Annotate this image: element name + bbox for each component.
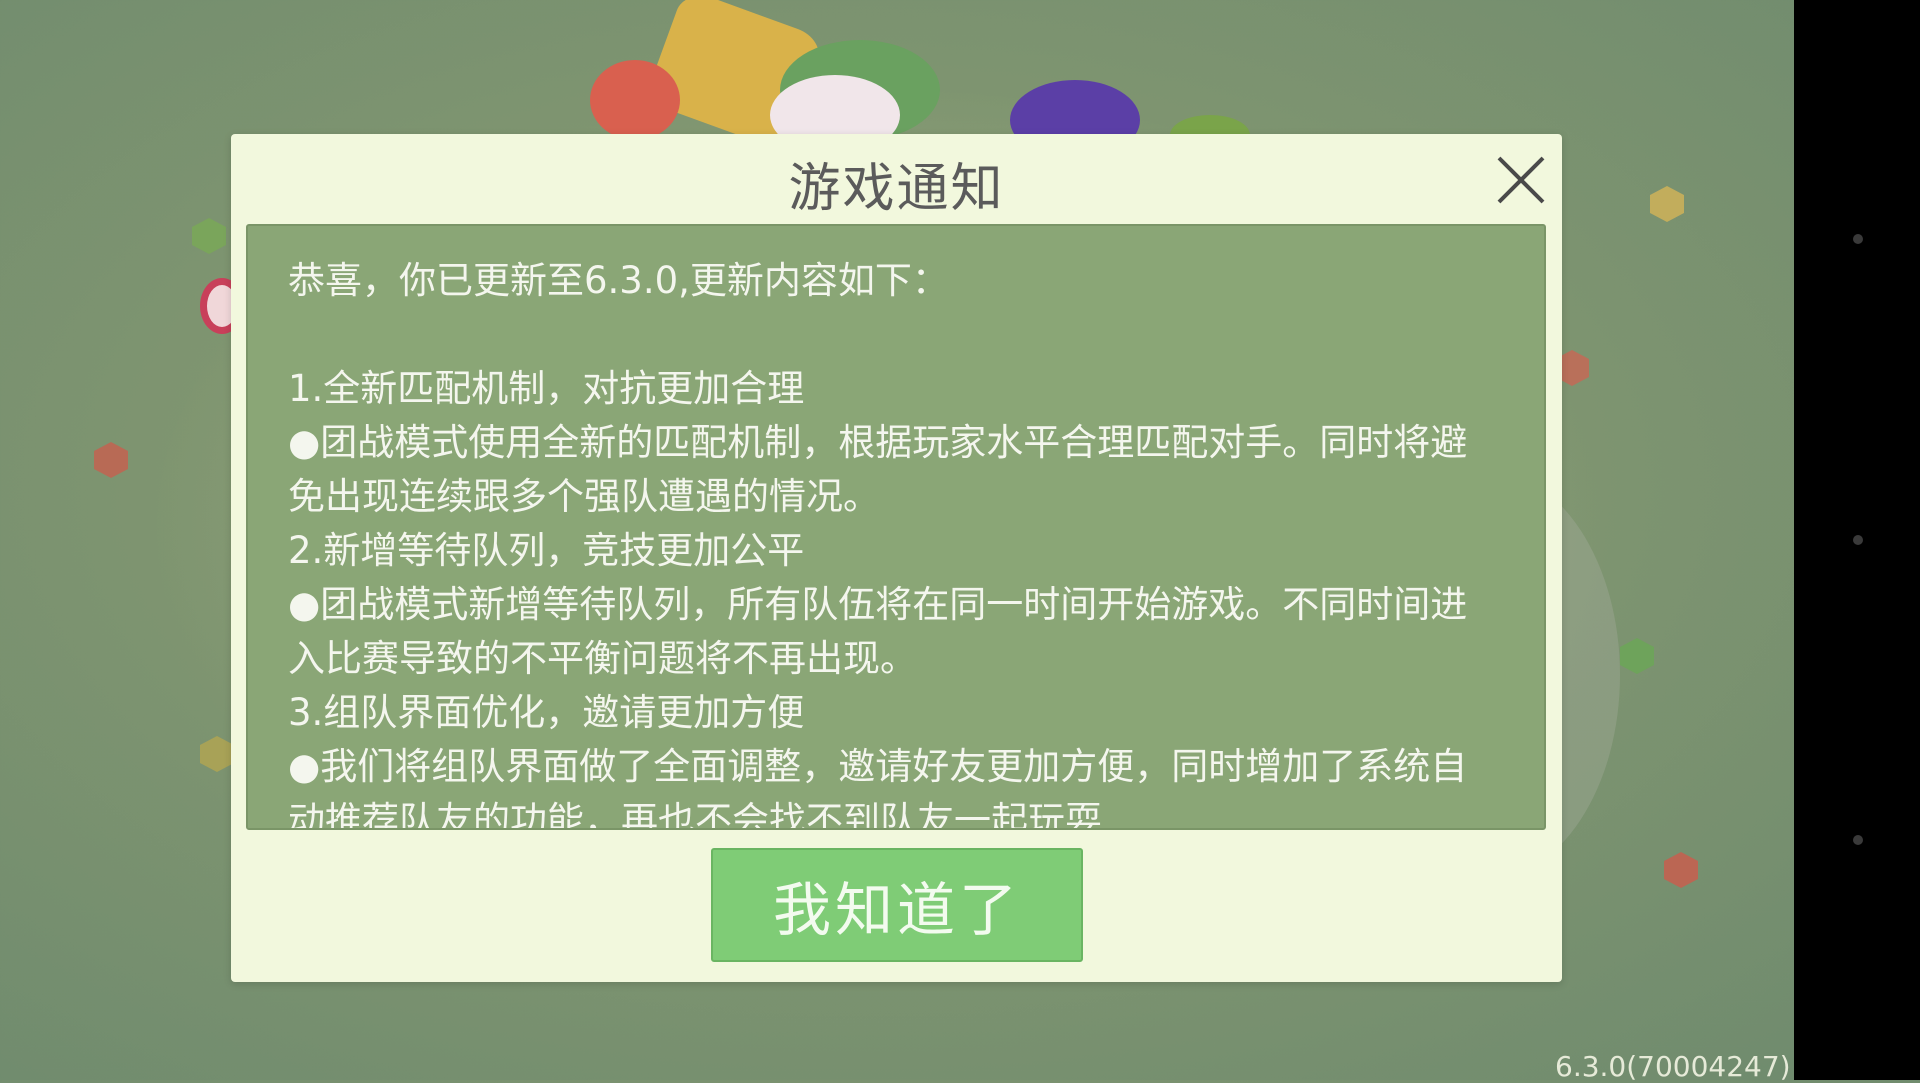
hexagon-decoration: [94, 442, 128, 478]
hexagon-decoration: [1620, 638, 1654, 674]
confirm-button[interactable]: 我知道了: [711, 848, 1083, 962]
update-item: 3.组队界面优化，邀请更加方便: [288, 691, 805, 734]
nav-recents-button[interactable]: [1853, 835, 1863, 845]
close-button[interactable]: [1495, 154, 1547, 206]
update-item: ●我们将组队界面做了全面调整，邀请好友更加方便，同时增加了系统自动推荐队友的功能…: [288, 745, 1468, 830]
close-icon: [1497, 156, 1545, 204]
character-decoration: [540, 0, 1260, 160]
update-item: 2.新增等待队列，竞技更加公平: [288, 529, 805, 572]
hexagon-decoration: [192, 218, 226, 254]
update-item: ●团战模式新增等待队列，所有队伍将在同一时间开始游戏。不同时间进入比赛导致的不平…: [288, 583, 1468, 680]
hexagon-decoration: [1664, 852, 1698, 888]
update-notes-panel[interactable]: 恭喜，你已更新至6.3.0,更新内容如下： 1.全新匹配机制，对抗更加合理 ●团…: [246, 224, 1546, 830]
update-item: ●团战模式使用全新的匹配机制，根据玩家水平合理匹配对手。同时将避免出现连续跟多个…: [288, 421, 1468, 518]
game-notice-dialog: 游戏通知 恭喜，你已更新至6.3.0,更新内容如下： 1.全新匹配机制，对抗更加…: [231, 134, 1562, 982]
dialog-title: 游戏通知: [788, 159, 1005, 219]
hexagon-decoration: [1650, 186, 1684, 222]
nav-back-button[interactable]: [1853, 234, 1863, 244]
confirm-button-label: 我知道了: [772, 876, 1021, 944]
version-label: 6.3.0(70004247): [1555, 1050, 1791, 1083]
update-notes-text: 恭喜，你已更新至6.3.0,更新内容如下： 1.全新匹配机制，对抗更加合理 ●团…: [288, 254, 1498, 830]
candy-decoration: [590, 60, 680, 140]
update-intro: 恭喜，你已更新至6.3.0,更新内容如下：: [288, 259, 949, 302]
update-item: 1.全新匹配机制，对抗更加合理: [288, 367, 805, 410]
nav-home-button[interactable]: [1853, 535, 1863, 545]
